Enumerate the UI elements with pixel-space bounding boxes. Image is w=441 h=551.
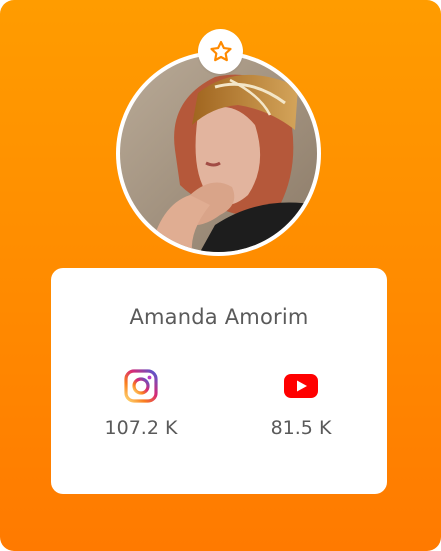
favorite-badge[interactable] xyxy=(198,29,243,74)
instagram-icon xyxy=(81,368,201,404)
profile-name: Amanda Amorim xyxy=(129,305,309,329)
star-icon xyxy=(209,40,232,61)
profile-info-panel: Amanda Amorim 107.2 K 81.5 K xyxy=(51,268,387,494)
youtube-icon xyxy=(241,368,361,404)
avatar-photo xyxy=(120,55,317,252)
instagram-count: 107.2 K xyxy=(104,417,178,439)
avatar xyxy=(120,55,317,252)
influencer-card[interactable]: Amanda Amorim 107.2 K 81.5 K xyxy=(0,0,441,551)
instagram-stat[interactable]: 107.2 K xyxy=(81,368,201,439)
youtube-count: 81.5 K xyxy=(270,417,332,439)
avatar-frame xyxy=(116,51,321,256)
youtube-stat[interactable]: 81.5 K xyxy=(241,368,361,439)
